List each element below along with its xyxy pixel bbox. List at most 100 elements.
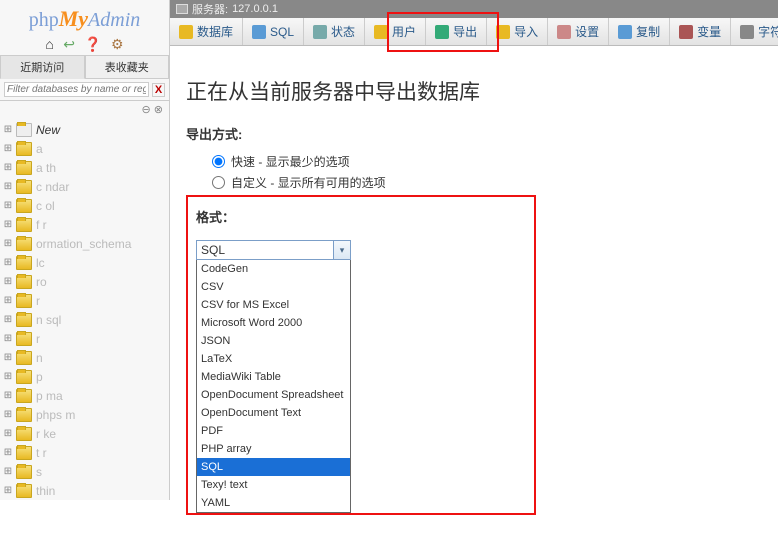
sidebar-toolbar: ⊖ ⊗ xyxy=(0,101,169,118)
database-icon xyxy=(16,313,32,327)
format-option[interactable]: Texy! text xyxy=(197,476,350,494)
tree-item[interactable]: ⊞r xyxy=(2,291,169,310)
expand-icon[interactable]: ⊞ xyxy=(2,162,14,173)
format-option[interactable]: Microsoft Word 2000 xyxy=(197,314,350,332)
docs-icon[interactable]: ❓ xyxy=(84,36,101,52)
tree-item[interactable]: ⊞thin xyxy=(2,481,169,500)
expand-icon[interactable]: ⊞ xyxy=(2,181,14,192)
tab-sql[interactable]: SQL xyxy=(243,18,304,45)
tree-item[interactable]: ⊞lc xyxy=(2,253,169,272)
sql-icon xyxy=(252,25,266,39)
expand-icon[interactable]: ⊞ xyxy=(2,371,14,382)
tab-status[interactable]: 状态 xyxy=(304,18,365,45)
logout-icon[interactable]: ↩ xyxy=(63,36,75,52)
radio-quick-input[interactable] xyxy=(212,155,225,168)
database-icon xyxy=(16,408,32,422)
format-option[interactable]: YAML xyxy=(197,494,350,512)
expand-icon[interactable]: ⊞ xyxy=(2,390,14,401)
radio-quick[interactable]: 快速 - 显示最少的选项 xyxy=(212,153,762,170)
tree-item[interactable]: ⊞n xyxy=(2,348,169,367)
logo-text-admin: Admin xyxy=(88,9,140,31)
expand-icon[interactable]: ⊞ xyxy=(2,295,14,306)
filter-row: X xyxy=(0,79,169,101)
tree-item-label: ormation_schema xyxy=(34,237,131,251)
tree-item[interactable]: ⊞ f r xyxy=(2,215,169,234)
tree-item-label: p xyxy=(34,370,43,384)
database-icon xyxy=(16,275,32,289)
tab-favorites[interactable]: 表收藏夹 xyxy=(85,55,170,79)
tree-item[interactable]: ⊞s xyxy=(2,462,169,481)
tree-item-label: s xyxy=(34,465,42,479)
sidebar-tabs: 近期访问 表收藏夹 xyxy=(0,55,169,79)
tree-item[interactable]: ⊞ ormation_schema xyxy=(2,234,169,253)
tree-item[interactable]: ⊞a th xyxy=(2,158,169,177)
tab-settings[interactable]: 设置 xyxy=(548,18,609,45)
tree-item[interactable]: ⊞p ma xyxy=(2,386,169,405)
expand-icon[interactable]: ⊞ xyxy=(2,466,14,477)
tree-item-label: r xyxy=(34,294,40,308)
tab-charsets[interactable]: 字符集 xyxy=(731,18,778,45)
tree-item[interactable]: ⊞ ro xyxy=(2,272,169,291)
tab-replication[interactable]: 复制 xyxy=(609,18,670,45)
radio-custom-input[interactable] xyxy=(212,176,225,189)
format-option[interactable]: JSON xyxy=(197,332,350,350)
format-label: 格式： xyxy=(196,207,526,226)
expand-icon[interactable]: ⊞ xyxy=(2,333,14,344)
database-icon xyxy=(16,142,32,156)
expand-icon[interactable]: ⊞ xyxy=(2,238,14,249)
tree-item-label: New xyxy=(34,123,60,137)
format-option[interactable]: OpenDocument Text xyxy=(197,404,350,422)
expand-icon[interactable]: ⊞ xyxy=(2,219,14,230)
database-icon xyxy=(16,180,32,194)
format-option[interactable]: PDF xyxy=(197,422,350,440)
tree-item[interactable]: ⊞p xyxy=(2,367,169,386)
format-option[interactable]: OpenDocument Spreadsheet xyxy=(197,386,350,404)
server-host[interactable]: 127.0.0.1 xyxy=(232,3,278,15)
expand-icon[interactable]: ⊞ xyxy=(2,428,14,439)
tree-item-label: n xyxy=(34,351,43,365)
format-option[interactable]: PHP array xyxy=(197,440,350,458)
tree-item[interactable]: ⊞ r ke xyxy=(2,424,169,443)
tab-variables[interactable]: 变量 xyxy=(670,18,731,45)
radio-custom[interactable]: 自定义 - 显示所有可用的选项 xyxy=(212,174,762,191)
format-option[interactable]: CSV xyxy=(197,278,350,296)
expand-icon[interactable]: ⊞ xyxy=(2,485,14,496)
format-option[interactable]: LaTeX xyxy=(197,350,350,368)
expand-icon[interactable]: ⊞ xyxy=(2,314,14,325)
settings-icon[interactable]: ⚙ xyxy=(111,36,124,52)
expand-icon[interactable]: ⊞ xyxy=(2,200,14,211)
tab-databases[interactable]: 数据库 xyxy=(170,18,243,45)
tree-item[interactable]: ⊞r xyxy=(2,329,169,348)
expand-icon[interactable]: ⊞ xyxy=(2,143,14,154)
radio-quick-label: 快速 - 显示最少的选项 xyxy=(231,153,350,170)
sidebar: phpMyAdmin ⌂ ↩ ❓ ⚙ 近期访问 表收藏夹 X ⊖ ⊗ ⊞ New… xyxy=(0,0,170,500)
format-dropdown: CodeGenCSVCSV for MS ExcelMicrosoft Word… xyxy=(196,260,351,513)
expand-icon[interactable]: ⊞ xyxy=(2,409,14,420)
format-option[interactable]: CSV for MS Excel xyxy=(197,296,350,314)
tree-item-label: r ke xyxy=(34,427,56,441)
format-option[interactable]: SQL xyxy=(197,458,350,476)
filter-clear-button[interactable]: X xyxy=(152,83,165,97)
tree-item-label: f r xyxy=(34,218,47,232)
server-icon xyxy=(176,4,188,14)
tree-item[interactable]: ⊞c ndar xyxy=(2,177,169,196)
tab-recent[interactable]: 近期访问 xyxy=(0,55,85,79)
database-icon xyxy=(16,199,32,213)
expand-icon[interactable]: ⊞ xyxy=(2,447,14,458)
expand-icon[interactable]: ⊞ xyxy=(2,352,14,363)
filter-input[interactable] xyxy=(4,82,149,97)
home-icon[interactable]: ⌂ xyxy=(45,36,53,52)
format-option[interactable]: MediaWiki Table xyxy=(197,368,350,386)
expand-icon[interactable]: ⊞ xyxy=(2,276,14,287)
format-option[interactable]: CodeGen xyxy=(197,260,350,278)
tree-new[interactable]: ⊞ New xyxy=(2,120,169,139)
format-select[interactable]: SQL ▾ xyxy=(196,240,351,260)
expand-icon[interactable]: ⊞ xyxy=(2,257,14,268)
tree-item[interactable]: ⊞a xyxy=(2,139,169,158)
tree-item[interactable]: ⊞t r xyxy=(2,443,169,462)
tree-item[interactable]: ⊞c ol xyxy=(2,196,169,215)
logo[interactable]: phpMyAdmin xyxy=(0,0,169,34)
tab-label: 字符集 xyxy=(758,18,778,46)
tree-item[interactable]: ⊞phps m xyxy=(2,405,169,424)
tree-item[interactable]: ⊞n sql xyxy=(2,310,169,329)
